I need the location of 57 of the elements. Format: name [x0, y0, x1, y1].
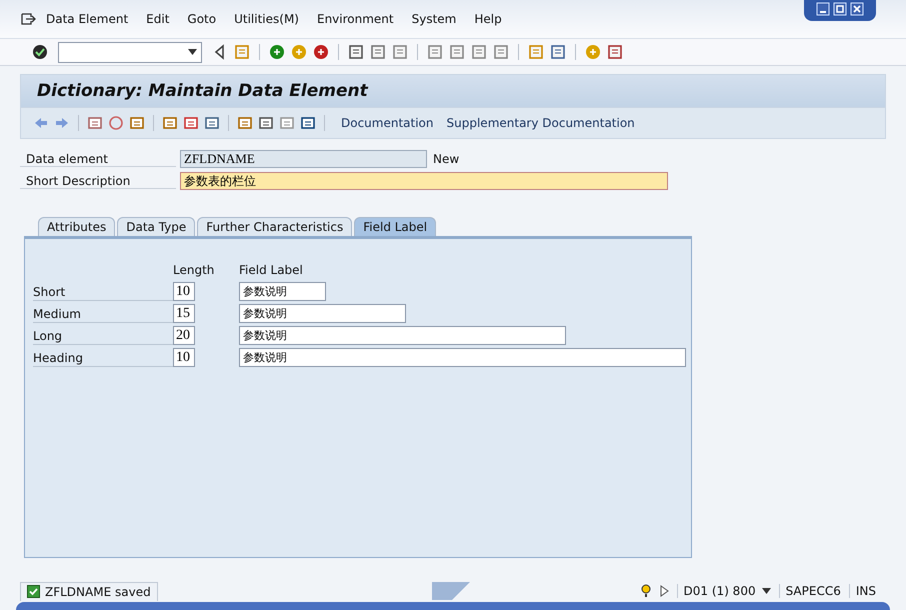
menu-item[interactable]: Edit: [146, 12, 170, 26]
enter-icon[interactable]: [32, 44, 48, 60]
menu-item[interactable]: Data Element: [46, 12, 128, 26]
toolbar-icon[interactable]: [550, 44, 566, 60]
toolbar-icon[interactable]: [269, 44, 285, 60]
menu-item[interactable]: Help: [474, 12, 502, 26]
tab[interactable]: Attributes: [38, 217, 116, 236]
menu-item[interactable]: System: [412, 12, 456, 26]
caret-icon[interactable]: [188, 49, 197, 55]
column-header: Length: [173, 263, 216, 279]
length-field[interactable]: 20: [173, 326, 195, 345]
maximize-icon[interactable]: [833, 2, 847, 16]
toolbar-icon[interactable]: [348, 44, 364, 60]
menu-item[interactable]: Utilities(M): [234, 12, 299, 26]
toolbar-icon[interactable]: [607, 44, 623, 60]
length-field[interactable]: 10: [173, 282, 195, 301]
tab[interactable]: Data Type: [117, 217, 196, 236]
screen-title: Dictionary: Maintain Data Element: [37, 81, 368, 101]
toolbar-icon[interactable]: [204, 115, 220, 131]
column-header: Field Label: [239, 263, 304, 279]
length-field[interactable]: 10: [173, 348, 195, 367]
field-label-input[interactable]: 参数说明: [239, 326, 566, 345]
toolbar-icon[interactable]: [370, 44, 386, 60]
status-text: New: [433, 152, 460, 166]
system-info[interactable]: D01 (1) 800: [676, 584, 771, 598]
caret-icon[interactable]: [762, 588, 771, 594]
menu-icon[interactable]: [20, 12, 36, 26]
close-icon[interactable]: [850, 2, 864, 16]
toolbar-icon[interactable]: [313, 44, 329, 60]
toolbar-icon[interactable]: [300, 115, 316, 131]
toolbar-link[interactable]: Documentation: [341, 116, 434, 130]
field-label: Short Description: [20, 174, 176, 188]
menu-item[interactable]: Environment: [316, 12, 394, 26]
toolbar-icon[interactable]: [162, 115, 178, 131]
length-field[interactable]: 15: [173, 304, 195, 323]
success-check-icon: [27, 585, 40, 598]
server-name: SAPECC6: [778, 584, 841, 598]
status-text: ZFLDNAME saved: [45, 584, 151, 598]
toolbar-link[interactable]: Supplementary Documentation: [446, 116, 635, 130]
data-element-field[interactable]: ZFLDNAME: [180, 150, 427, 168]
toolbar-icon[interactable]: [87, 115, 103, 131]
toolbar-icon[interactable]: [183, 115, 199, 131]
input-mode: INS: [848, 584, 876, 598]
command-field[interactable]: [58, 42, 202, 62]
triangle-icon[interactable]: [660, 585, 669, 597]
toolbar-icon[interactable]: [237, 115, 253, 131]
field-label-input[interactable]: 参数说明: [239, 282, 326, 301]
toolbar-icon[interactable]: [258, 115, 274, 131]
tab[interactable]: Further Characteristics: [197, 217, 352, 236]
field-label-input[interactable]: 参数说明: [239, 348, 686, 367]
tab[interactable]: Field Label: [354, 217, 436, 236]
toolbar-icon[interactable]: [129, 115, 145, 131]
field-label: Data element: [20, 152, 176, 166]
menu-item[interactable]: Goto: [187, 12, 216, 26]
minimize-icon[interactable]: [816, 2, 830, 16]
short-description-field[interactable]: 参数表的栏位: [180, 172, 668, 190]
field-label-input[interactable]: 参数说明: [239, 304, 406, 323]
